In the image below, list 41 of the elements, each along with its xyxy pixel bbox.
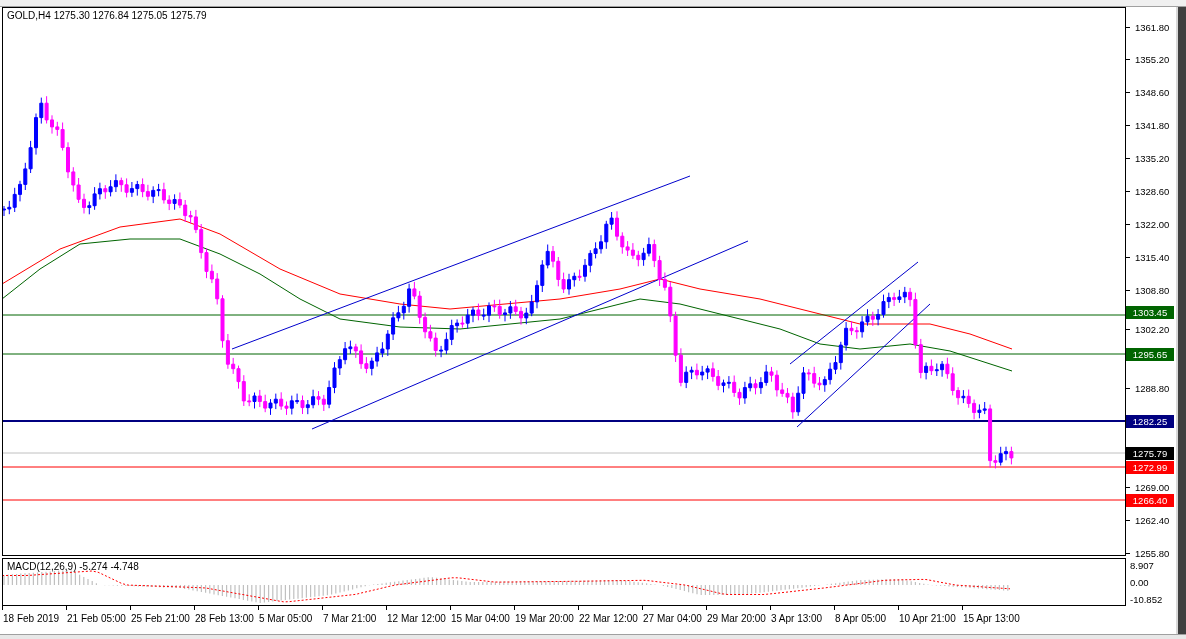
time-axis-label: 7 Mar 21:00: [322, 613, 377, 624]
time-axis-label: 15 Mar 04:00: [450, 613, 510, 624]
price-axis-label: 1348.60: [1135, 87, 1170, 99]
time-axis-label: 22 Mar 12:00: [578, 613, 638, 624]
time-axis-label: 5 Mar 05:00: [258, 613, 313, 624]
price-axis-label: 1335.20: [1135, 153, 1170, 165]
time-axis-label: 18 Feb 2019: [2, 613, 60, 624]
price-axis-label: 1255.80: [1135, 547, 1170, 559]
price-axis-label: 1269.00: [1135, 482, 1170, 494]
time-axis-label: 19 Mar 20:00: [514, 613, 574, 624]
price-level-label: 1295.65: [1126, 348, 1174, 361]
time-axis-label: 29 Mar 20:00: [706, 613, 766, 624]
macd-axis-label: 0.00: [1130, 577, 1149, 588]
time-axis-label: 25 Feb 21:00: [130, 613, 190, 624]
time-axis-label: 21 Feb 05:00: [66, 613, 126, 624]
price-level-label: 1266.40: [1126, 494, 1174, 507]
price-axis-label: 1322.00: [1135, 218, 1170, 230]
price-axis-label: 1315.40: [1135, 251, 1170, 263]
time-axis-label: 15 Apr 13:00: [962, 613, 1020, 624]
price-level-label: 1303.45: [1126, 306, 1174, 319]
price-axis-label: 1288.80: [1135, 383, 1170, 395]
price-level-label: 1272.99: [1126, 461, 1174, 474]
price-axis-label: 1302.20: [1135, 323, 1170, 335]
price-axis-label: 1308.80: [1135, 284, 1170, 296]
price-axis-label: 1262.40: [1135, 515, 1170, 526]
price-axis-label: 1328.60: [1135, 186, 1170, 197]
time-axis-label: 10 Apr 21:00: [898, 613, 956, 624]
macd-axis-label: -10.852: [1130, 594, 1163, 605]
price-level-label: 1275.79: [1126, 447, 1174, 460]
price-axis-label: 1341.80: [1135, 120, 1170, 132]
macd-title: MACD(12,26,9) -5.274 -4.748: [7, 561, 139, 572]
time-axis-label: 12 Mar 12:00: [386, 613, 446, 624]
macd-axis-label: 8.907: [1130, 560, 1154, 571]
chart-header: GOLD,H4 1275.30 1276.84 1275.05 1275.79: [7, 10, 207, 21]
time-axis-label: 27 Mar 04:00: [642, 613, 702, 624]
price-axis-label: 1355.20: [1135, 54, 1170, 66]
time-axis-label: 3 Apr 13:00: [770, 613, 823, 624]
time-axis-label: 8 Apr 05:00: [834, 613, 887, 624]
time-axis-label: 28 Feb 13:00: [194, 613, 254, 624]
price-axis-label: 1361.80: [1135, 21, 1170, 33]
price-level-label: 1282.25: [1126, 415, 1174, 428]
